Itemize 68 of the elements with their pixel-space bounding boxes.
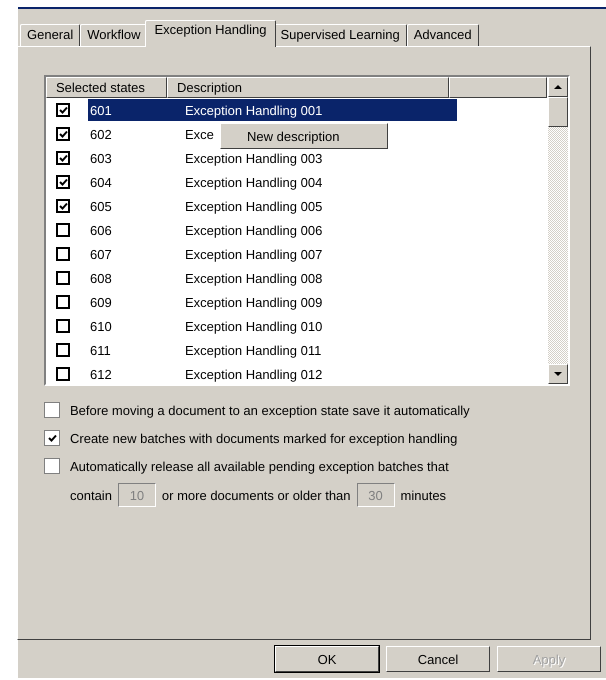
- checkbox[interactable]: [56, 223, 70, 237]
- checkbox[interactable]: [56, 199, 70, 213]
- dialog-button[interactable]: OK: [275, 646, 379, 672]
- state-description: Exception Handling 005: [185, 198, 322, 214]
- state-number: 605: [89, 198, 113, 214]
- state-number: 612: [89, 366, 113, 382]
- scrollbar[interactable]: [548, 77, 568, 384]
- tab[interactable]: Supervised Learning: [274, 24, 407, 46]
- state-number: 609: [89, 294, 113, 310]
- tab[interactable]: General: [20, 24, 80, 46]
- checkbox[interactable]: [56, 295, 70, 309]
- scroll-thumb[interactable]: [548, 97, 568, 127]
- option-label[interactable]: Create new batches with documents marked for exception handling: [70, 430, 458, 446]
- column-header[interactable]: Selected states: [46, 77, 167, 98]
- condition-label: or more documents or older than: [162, 488, 351, 502]
- check-icon: [58, 178, 68, 186]
- tab[interactable]: Workflow: [80, 24, 148, 46]
- check-icon: [58, 154, 68, 162]
- state-description: Exception Handling 010: [185, 318, 322, 334]
- checkbox[interactable]: [56, 247, 70, 261]
- state-description: Exce: [185, 126, 214, 142]
- tab[interactable]: Advanced: [406, 24, 479, 46]
- checkbox[interactable]: [44, 402, 60, 418]
- state-description: Exception Handling 008: [185, 270, 322, 286]
- checkbox[interactable]: [56, 319, 70, 333]
- state-description: Exception Handling 009: [185, 294, 322, 310]
- column-header[interactable]: Description: [167, 77, 449, 98]
- tab[interactable]: Exception Handling: [145, 20, 276, 47]
- up-arrow-icon: [554, 85, 562, 89]
- checkbox[interactable]: [56, 151, 70, 165]
- state-number: 606: [89, 222, 113, 238]
- state-description: Exception Handling 011: [185, 342, 322, 358]
- checkbox[interactable]: [56, 367, 70, 381]
- check-icon: [58, 106, 68, 114]
- checkbox[interactable]: [44, 430, 60, 446]
- down-arrow-icon: [554, 372, 562, 376]
- check-icon: [58, 130, 68, 138]
- checkbox[interactable]: [56, 127, 70, 141]
- state-number: 607: [89, 246, 113, 262]
- selected-row[interactable]: 601 Exception Handling 001: [88, 99, 457, 121]
- state-description: Exception Handling 006: [185, 222, 322, 238]
- dialog-button[interactable]: Cancel: [386, 646, 490, 672]
- state-description: Exception Handling 001: [185, 102, 322, 118]
- state-number: 603: [89, 150, 113, 166]
- checkbox[interactable]: [56, 175, 70, 189]
- checkbox[interactable]: [56, 343, 70, 357]
- state-number: 608: [89, 270, 113, 286]
- scroll-down-button[interactable]: [548, 364, 568, 384]
- state-description: Exception Handling 003: [185, 150, 322, 166]
- state-number: 602: [89, 126, 113, 142]
- checkbox[interactable]: [56, 271, 70, 285]
- state-number: 601: [89, 102, 113, 118]
- condition-label: minutes: [400, 488, 446, 502]
- state-number: 611: [89, 342, 112, 358]
- state-description: Exception Handling 004: [185, 174, 322, 190]
- checkbox[interactable]: [56, 103, 70, 117]
- condition-label: contain: [70, 488, 112, 502]
- scroll-up-button[interactable]: [548, 77, 568, 97]
- state-number: 610: [89, 318, 113, 334]
- state-description: Exception Handling 012: [185, 366, 322, 382]
- option-label[interactable]: Before moving a document to an exception state save it automatically: [70, 402, 470, 418]
- option-label[interactable]: Automatically release all available pending exception batches that: [70, 458, 449, 474]
- menu-item[interactable]: New description: [221, 128, 340, 144]
- state-description: Exception Handling 007: [185, 246, 322, 262]
- checkbox[interactable]: [44, 458, 60, 474]
- check-icon: [58, 202, 68, 210]
- check-icon: [48, 434, 56, 442]
- state-number: 604: [89, 174, 113, 190]
